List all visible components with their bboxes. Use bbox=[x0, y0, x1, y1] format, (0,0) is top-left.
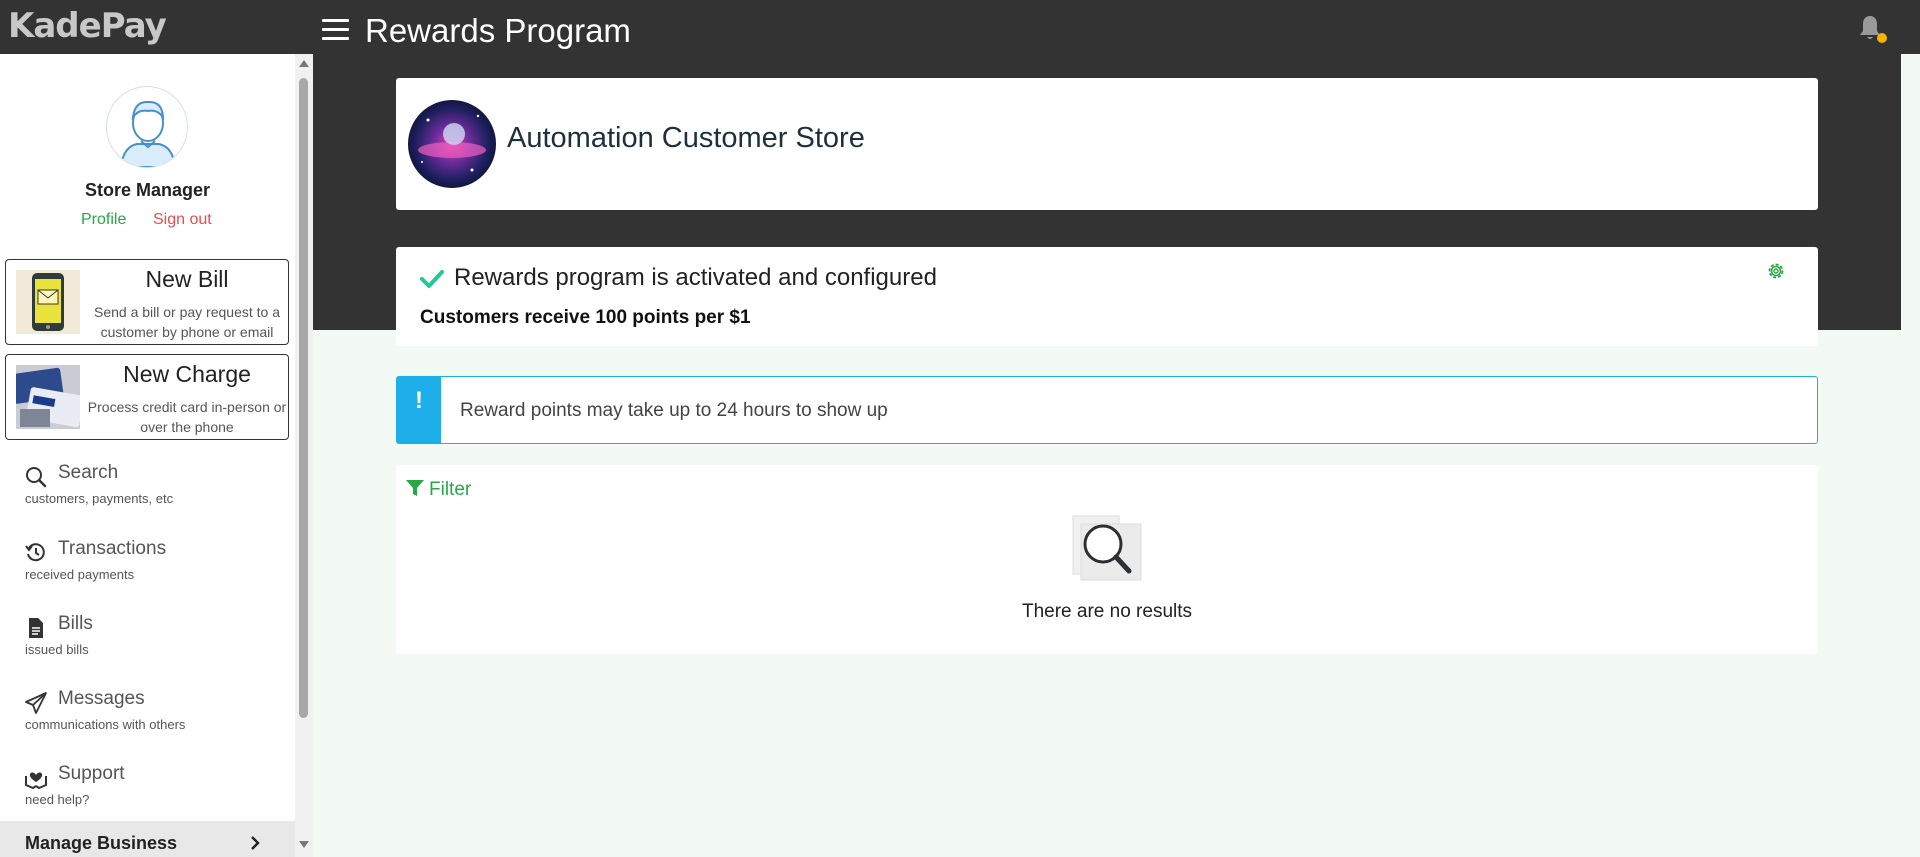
sidebar-item-label: Messages bbox=[58, 688, 145, 709]
notification-dot bbox=[1877, 33, 1887, 43]
rewards-status-card: Rewards program is activated and configu… bbox=[396, 247, 1818, 346]
sign-out-link[interactable]: Sign out bbox=[153, 211, 212, 229]
manage-business-label: Manage Business bbox=[25, 833, 178, 853]
store-logo bbox=[408, 100, 496, 188]
user-name: Store Manager bbox=[84, 180, 211, 200]
chevron-right-icon bbox=[250, 836, 260, 855]
empty-results-text: There are no results bbox=[1021, 601, 1193, 622]
sidebar-item-sublabel: customers, payments, etc bbox=[25, 491, 174, 506]
magnifier-empty-icon bbox=[1069, 514, 1145, 584]
results-card: Filter There are no results bbox=[396, 465, 1818, 654]
sidebar-item-search[interactable]: Search customers, payments, etc bbox=[25, 462, 285, 520]
scrollbar-thumb[interactable] bbox=[299, 78, 308, 718]
sidebar-item-sublabel: need help? bbox=[25, 792, 90, 807]
profile-link[interactable]: Profile bbox=[81, 211, 126, 229]
new-charge-description: Process credit card in-person or over th… bbox=[87, 399, 287, 435]
notice-text: Reward points may take up to 24 hours to… bbox=[460, 400, 888, 421]
manage-business-toggle[interactable]: Manage Business bbox=[0, 821, 295, 857]
kadepay-logo[interactable]: KadePay bbox=[8, 6, 167, 46]
new-charge-button[interactable]: New Charge Process credit card in-person… bbox=[5, 354, 289, 440]
menu-icon[interactable] bbox=[322, 19, 349, 41]
sidebar-item-sublabel: received payments bbox=[25, 567, 135, 582]
sidebar-item-sublabel: issued bills bbox=[25, 642, 89, 657]
store-name: Automation Customer Store bbox=[507, 122, 865, 154]
new-bill-title: New Bill bbox=[145, 266, 229, 292]
reward-delay-notice: ! Reward points may take up to 24 hours … bbox=[396, 376, 1818, 444]
logo-area: KadePay bbox=[0, 0, 313, 54]
rewards-status-title: Rewards program is activated and configu… bbox=[454, 264, 937, 291]
history-icon bbox=[25, 542, 47, 564]
sidebar-item-label: Search bbox=[58, 462, 119, 483]
store-card: Automation Customer Store bbox=[396, 78, 1818, 210]
gear-icon[interactable] bbox=[1766, 261, 1786, 281]
sidebar-item-label: Transactions bbox=[58, 538, 167, 559]
new-charge-title: New Charge bbox=[123, 361, 251, 387]
new-bill-button[interactable]: New Bill Send a bill or pay request to a… bbox=[5, 259, 289, 345]
support-hands-icon bbox=[25, 767, 47, 790]
sidebar-scrollbar[interactable] bbox=[295, 54, 313, 857]
sidebar-item-support[interactable]: Support need help? bbox=[25, 763, 285, 821]
filter-icon bbox=[406, 479, 424, 497]
avatar[interactable] bbox=[106, 86, 188, 168]
filter-label: Filter bbox=[429, 479, 472, 500]
sidebar: Store Manager Profile Sign out New Bill … bbox=[0, 54, 295, 857]
scroll-down-arrow-icon[interactable] bbox=[299, 841, 309, 848]
phone-bill-icon bbox=[16, 270, 80, 334]
new-bill-description: Send a bill or pay request to a customer… bbox=[93, 304, 280, 340]
sidebar-item-label: Support bbox=[58, 763, 125, 784]
search-icon bbox=[25, 466, 47, 488]
sidebar-item-transactions[interactable]: Transactions received payments bbox=[25, 538, 285, 596]
document-icon bbox=[25, 617, 47, 639]
notification-bell-icon[interactable] bbox=[1858, 14, 1887, 44]
top-bar: KadePay Rewards Program bbox=[0, 0, 1920, 54]
notice-accent-bar: ! bbox=[397, 377, 441, 443]
sidebar-item-label: Bills bbox=[58, 613, 93, 634]
scroll-up-arrow-icon[interactable] bbox=[299, 60, 309, 67]
sidebar-item-bills[interactable]: Bills issued bills bbox=[25, 613, 285, 671]
page-title: Rewards Program bbox=[365, 12, 631, 49]
exclamation-icon: ! bbox=[415, 387, 423, 414]
rewards-rate-text: Customers receive 100 points per $1 bbox=[420, 307, 751, 328]
paper-plane-icon bbox=[25, 692, 47, 714]
checkmark-icon bbox=[420, 267, 444, 291]
sidebar-item-sublabel: communications with others bbox=[25, 717, 186, 732]
credit-card-icon bbox=[10, 365, 84, 429]
sidebar-item-messages[interactable]: Messages communications with others bbox=[25, 688, 285, 746]
